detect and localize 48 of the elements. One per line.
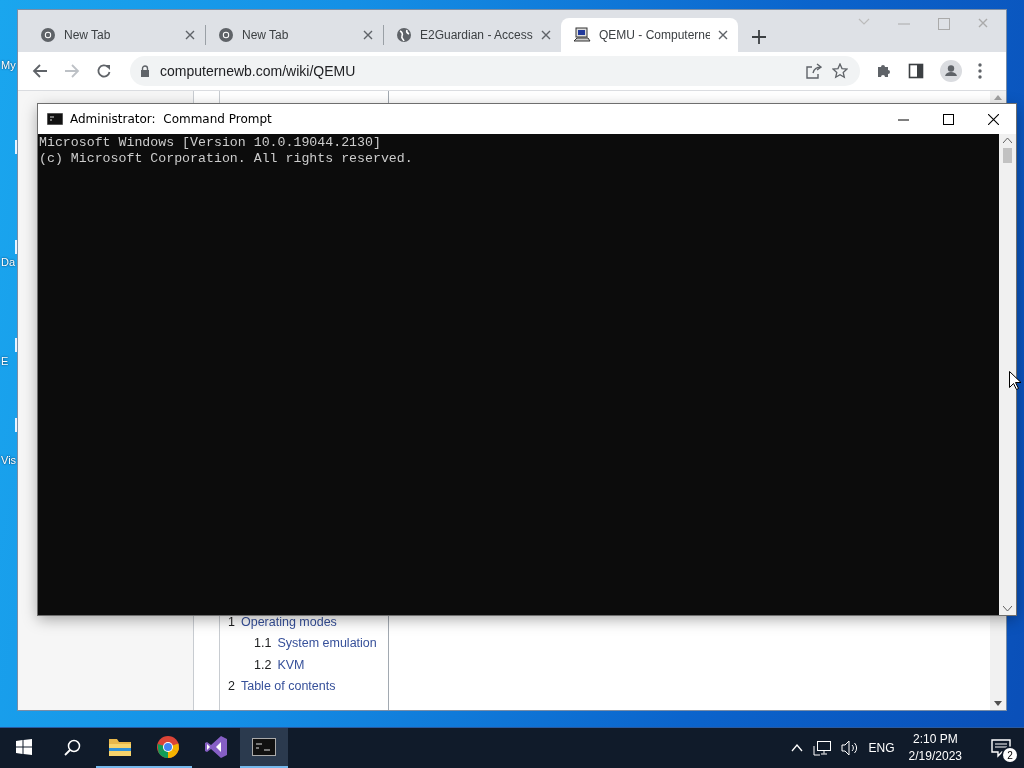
chevron-up-icon[interactable] <box>790 744 803 752</box>
message-icon <box>991 738 1011 758</box>
clock-time[interactable]: 2:10 PM <box>912 731 958 748</box>
toc-link[interactable]: KVM <box>277 657 305 672</box>
toc-number: 2 <box>228 679 235 694</box>
menu-icon[interactable] <box>978 63 982 79</box>
globe-icon <box>396 27 412 43</box>
puzzle-icon[interactable] <box>876 63 892 79</box>
scroll-thumb[interactable] <box>1003 148 1012 163</box>
toc-number: 1.1 <box>254 636 272 651</box>
toc-link[interactable]: System emulation <box>277 636 377 651</box>
console-line: Microsoft Windows [Version 10.0.19044.2130] <box>39 135 382 151</box>
toc-number: 1.2 <box>254 657 272 672</box>
window-title: Administrator: Command Prompt <box>70 112 273 126</box>
share-icon[interactable] <box>806 63 822 79</box>
browser-tab[interactable]: New Tab <box>206 18 383 52</box>
new-tab-icon[interactable] <box>752 30 766 44</box>
computer-icon <box>573 26 591 44</box>
reload-icon[interactable] <box>96 63 112 79</box>
toc-number: 1 <box>228 614 235 629</box>
star-icon[interactable] <box>832 63 848 79</box>
scroll-up-icon[interactable] <box>1003 138 1012 143</box>
browser-tab[interactable]: New Tab <box>28 18 205 52</box>
side-panel-icon[interactable] <box>908 63 924 79</box>
network-icon[interactable] <box>812 740 831 756</box>
console-icon <box>47 113 63 125</box>
search-icon <box>63 738 81 756</box>
scroll-down-icon[interactable] <box>1003 606 1012 611</box>
speaker-icon[interactable] <box>840 740 859 756</box>
browser-tab[interactable]: E2Guardian - Access <box>384 18 561 52</box>
language-indicator[interactable]: ENG <box>868 741 895 755</box>
lock-icon <box>140 65 150 77</box>
scroll-down-icon[interactable] <box>994 701 1002 706</box>
toc-link[interactable]: Operating modes <box>240 614 337 629</box>
notification-button[interactable]: 2 <box>988 735 1014 761</box>
close-icon[interactable] <box>718 30 728 40</box>
profile-icon[interactable] <box>940 60 962 82</box>
back-icon[interactable] <box>32 63 48 79</box>
console-icon <box>252 738 276 756</box>
taskbar-app[interactable] <box>240 728 288 768</box>
folder-icon <box>108 737 132 757</box>
toc-link[interactable]: Table of contents <box>240 679 336 694</box>
address-bar[interactable]: computernewb.com/wiki/QEMU <box>130 56 860 86</box>
notification-count: 2 <box>1003 748 1017 762</box>
infinity-icon <box>204 735 228 759</box>
clock-date[interactable]: 2/19/2023 <box>908 748 962 765</box>
windows-icon <box>16 739 32 755</box>
console-line: (c) Microsoft Corporation. All rights reserved. <box>39 151 414 167</box>
